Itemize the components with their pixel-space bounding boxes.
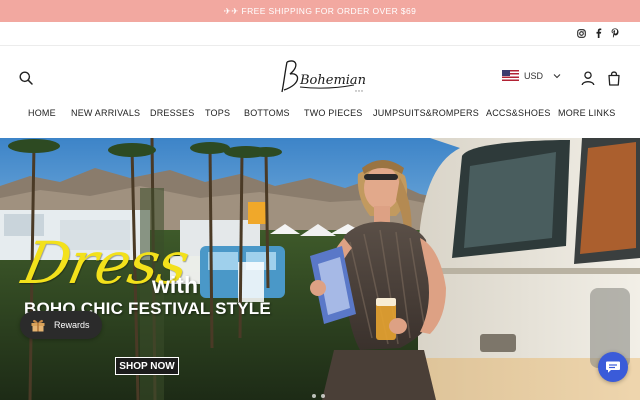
chevron-down-icon — [553, 73, 561, 78]
nav-item-new-arrivals[interactable]: NEW ARRIVALS — [71, 108, 140, 118]
site-header: Bohemian USD HOME NEW ARRIVALS DRESSES T… — [0, 46, 640, 138]
nav-item-more-links[interactable]: MORE LINKS — [558, 108, 616, 118]
brand-logo[interactable]: Bohemian — [278, 54, 368, 98]
nav-item-bottoms[interactable]: BOTTOMS — [244, 108, 290, 118]
main-navigation: HOME NEW ARRIVALS DRESSES TOPS BOTTOMS T… — [0, 102, 640, 126]
shop-now-button[interactable]: SHOP NOW — [115, 357, 179, 375]
facebook-icon[interactable] — [593, 28, 603, 38]
slider-dots — [312, 394, 325, 398]
chat-icon — [606, 361, 620, 373]
hero-banner[interactable]: Dress with BOHO CHIC FESTIVAL STYLE SHOP… — [0, 138, 640, 400]
nav-item-tops[interactable]: TOPS — [205, 108, 230, 118]
nav-item-accs-shoes[interactable]: ACCS&SHOES — [486, 108, 551, 118]
pinterest-icon[interactable] — [610, 28, 620, 38]
rewards-button[interactable]: Rewards — [20, 311, 102, 339]
gift-icon — [31, 319, 45, 332]
nav-item-home[interactable]: HOME — [28, 108, 56, 118]
nav-item-dresses[interactable]: DRESSES — [150, 108, 194, 118]
chat-button[interactable] — [598, 352, 628, 382]
currency-code: USD — [524, 70, 544, 81]
account-icon[interactable] — [580, 70, 596, 86]
slider-dot[interactable] — [312, 394, 316, 398]
rewards-label: Rewards — [54, 320, 90, 330]
currency-selector[interactable]: USD — [502, 70, 561, 81]
hero-with-word: with — [152, 272, 198, 298]
announcement-text: ✈✈ FREE SHIPPING FOR ORDER OVER $69 — [223, 5, 417, 16]
cart-icon[interactable] — [606, 70, 622, 86]
search-icon[interactable] — [18, 70, 34, 86]
logo-wordmark: Bohemian — [281, 60, 366, 93]
instagram-icon[interactable] — [576, 28, 586, 38]
slider-dot[interactable] — [321, 394, 325, 398]
nav-item-jumpsuits-rompers[interactable]: JUMPSUITS&ROMPERS — [373, 108, 479, 118]
us-flag-icon — [502, 70, 519, 81]
announcement-bar: ✈✈ FREE SHIPPING FOR ORDER OVER $69 — [0, 0, 640, 22]
social-links — [576, 28, 620, 38]
nav-item-two-pieces[interactable]: TWO PIECES — [304, 108, 363, 118]
social-bar — [0, 22, 640, 46]
logo-text: Bohemian — [299, 73, 366, 88]
